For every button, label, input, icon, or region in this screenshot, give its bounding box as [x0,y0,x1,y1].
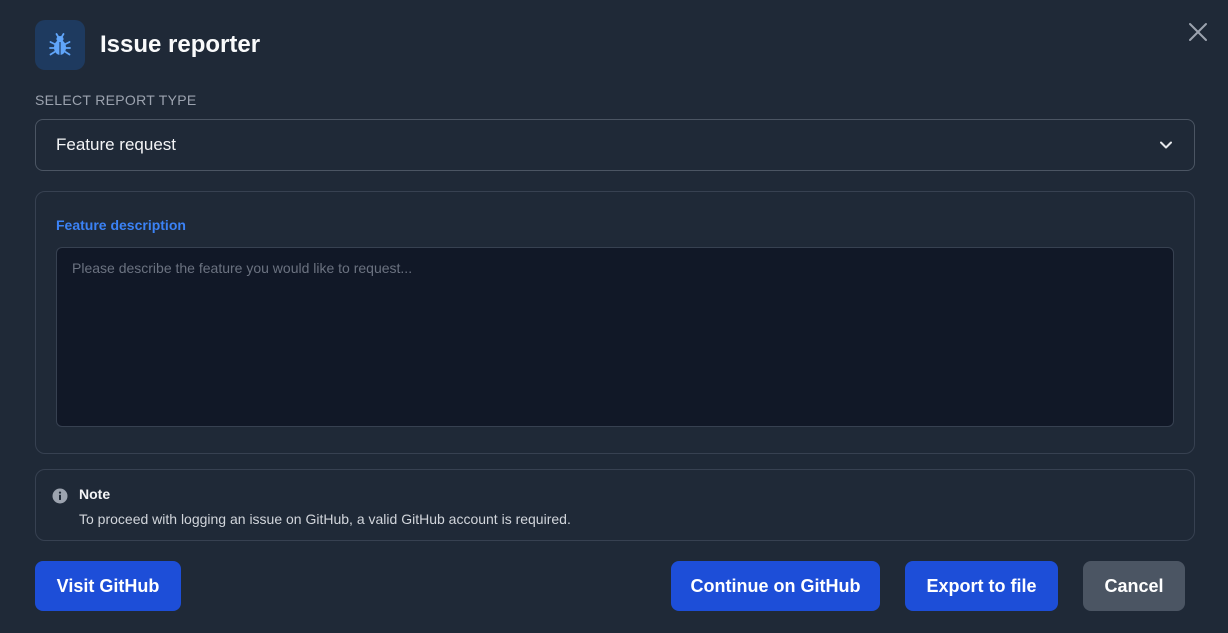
dialog-title: Issue reporter [100,31,261,58]
feature-description-label: Feature description [56,217,186,233]
info-icon [52,488,68,504]
feature-description-input[interactable] [56,247,1174,427]
close-button[interactable] [1186,20,1210,44]
export-to-file-button[interactable]: Export to file [905,561,1058,611]
report-type-select[interactable]: Feature request [35,119,1195,171]
report-type-selected-value: Feature request [56,135,177,154]
feature-description-panel: Feature description [35,191,1195,454]
continue-on-github-button[interactable]: Continue on GitHub [671,561,880,611]
note-box: Note To proceed with logging an issue on… [35,469,1195,541]
report-type-label: SELECT REPORT TYPE [35,92,197,108]
cancel-button[interactable]: Cancel [1083,561,1185,611]
note-text: To proceed with logging an issue on GitH… [79,511,571,527]
visit-github-button[interactable]: Visit GitHub [35,561,181,611]
bug-icon [35,20,85,70]
dialog-header: Issue reporter [35,20,260,70]
note-title: Note [79,486,111,502]
chevron-down-icon [1160,138,1174,152]
close-icon[interactable] [1188,22,1208,42]
